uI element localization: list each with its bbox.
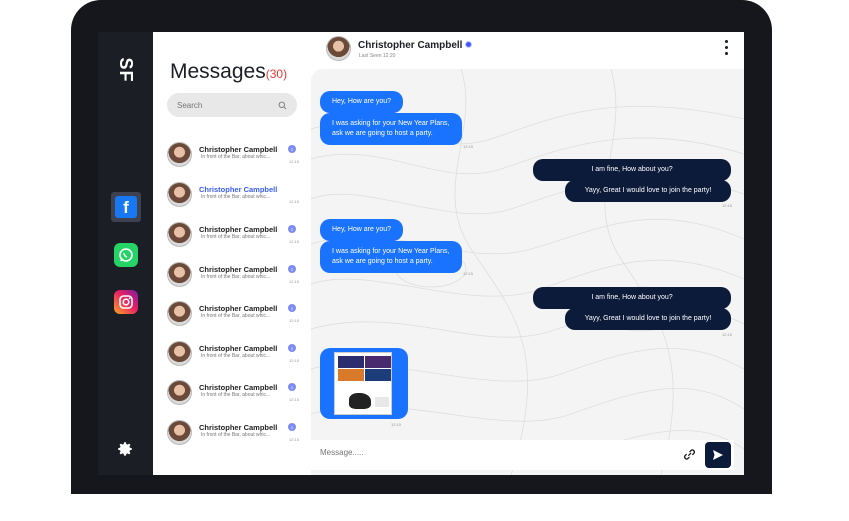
outgoing-message: Yayy, Great I would love to join the par…	[565, 180, 731, 202]
conversation-item[interactable]: Christopher Campbell In front of the Bar…	[167, 259, 299, 289]
search-bar[interactable]	[167, 93, 297, 117]
conversation-item-active[interactable]: Christopher Campbell In front of the Bar…	[167, 179, 299, 209]
conversation-panel: Messages(30) Christopher Campbell In fro…	[153, 32, 311, 475]
incoming-message: Hey, How are you?	[320, 91, 404, 113]
message-time: 12:15	[722, 203, 733, 208]
conversation-preview: In front of the Bar, about whic...	[201, 392, 271, 398]
message-time: 12:15	[722, 332, 733, 337]
unread-badge: 2	[288, 344, 296, 352]
avatar	[167, 341, 192, 366]
conversation-preview: In front of the Bar, about whic...	[201, 274, 271, 280]
more-options-icon[interactable]	[721, 40, 731, 58]
avatar	[167, 222, 192, 247]
conversation-time: 12:15	[289, 437, 300, 442]
incoming-message: I was asking for your New Year Plans, as…	[320, 113, 462, 145]
conversation-item[interactable]: Christopher Campbell In front of the Bar…	[167, 338, 299, 368]
send-button[interactable]	[705, 442, 731, 468]
conversation-preview: In front of the Bar, about whic...	[201, 234, 271, 240]
conversation-time: 12:15	[289, 159, 300, 164]
message-time: 12:15	[463, 271, 474, 276]
conversation-name: Christopher Campbell	[199, 225, 278, 234]
page-title: Messages(30)	[170, 60, 287, 84]
unread-badge: 2	[288, 383, 296, 391]
conversation-time: 12:15	[289, 397, 300, 402]
avatar	[167, 262, 192, 287]
outgoing-message: Yayy, Great I would love to join the par…	[565, 308, 731, 330]
search-input[interactable]	[177, 100, 277, 110]
message-time: 12:15	[463, 144, 474, 149]
conversation-time: 12:15	[289, 318, 300, 323]
last-seen-text: Last Seen 12:20	[359, 53, 396, 59]
instagram-icon	[119, 295, 133, 309]
message-line: I was asking for your New Year Plans,	[332, 120, 450, 127]
contact-avatar[interactable]	[326, 36, 351, 61]
app-rail: SF f	[98, 32, 153, 475]
gear-icon[interactable]	[116, 440, 134, 458]
whatsapp-icon	[119, 248, 133, 262]
image-attachment[interactable]	[334, 352, 392, 415]
message-count-badge: (30)	[265, 67, 288, 81]
conversation-time: 12:15	[289, 358, 300, 363]
unread-badge: 2	[288, 265, 296, 273]
avatar	[167, 420, 192, 445]
facebook-app-button[interactable]: f	[111, 192, 141, 222]
brand-logo: SF	[116, 57, 137, 83]
avatar	[167, 142, 192, 167]
online-status-dot	[465, 41, 472, 48]
message-line: ask we are going to host a party.	[332, 130, 433, 137]
page-title-text: Messages	[170, 60, 266, 83]
unread-badge: 2	[288, 225, 296, 233]
avatar	[167, 380, 192, 405]
conversation-name: Christopher Campbell	[199, 185, 278, 194]
conversation-time: 12:15	[289, 199, 300, 204]
conversation-preview: In front of the Bar, about whic...	[201, 194, 271, 200]
incoming-message: Hey, How are you?	[320, 219, 404, 241]
conversation-preview: In front of the Bar, about whic...	[201, 432, 271, 438]
conversation-preview: In front of the Bar, about whic...	[201, 154, 271, 160]
conversation-name: Christopher Campbell	[199, 344, 278, 353]
outgoing-message: I am fine, How about you?	[533, 159, 731, 181]
chat-header: Christopher Campbell Last Seen 12:20	[311, 32, 744, 68]
message-time: 12:15	[391, 422, 402, 427]
avatar	[167, 182, 192, 207]
link-icon[interactable]	[683, 448, 696, 461]
message-input[interactable]	[320, 448, 650, 457]
conversation-time: 12:15	[289, 279, 300, 284]
conversation-name: Christopher Campbell	[199, 423, 278, 432]
message-line: I was asking for your New Year Plans,	[332, 248, 450, 255]
conversation-name: Christopher Campbell	[199, 383, 278, 392]
contact-name[interactable]: Christopher Campbell	[358, 40, 462, 51]
conversation-preview: In front of the Bar, about whic...	[201, 313, 271, 319]
unread-badge: 2	[288, 304, 296, 312]
outgoing-message: I am fine, How about you?	[533, 287, 731, 309]
search-icon[interactable]	[278, 101, 287, 110]
unread-badge: 2	[288, 423, 296, 431]
chat-thread: Hey, How are you? I was asking for your …	[311, 69, 744, 475]
app-screen: SF f Messages(30) Search Christopher Cam…	[98, 32, 744, 475]
conversation-item[interactable]: Christopher Campbell In front of the Bar…	[167, 377, 299, 407]
conversation-item[interactable]: Christopher Campbell In front of the Bar…	[167, 139, 299, 169]
send-icon	[713, 450, 723, 460]
message-composer	[311, 440, 734, 470]
incoming-message: I was asking for your New Year Plans, as…	[320, 241, 462, 273]
unread-badge: 2	[288, 145, 296, 153]
conversation-time: 12:15	[289, 239, 300, 244]
message-line: ask we are going to host a party.	[332, 258, 433, 265]
image-message[interactable]	[320, 348, 408, 419]
conversation-item[interactable]: Christopher Campbell In front of the Bar…	[167, 219, 299, 249]
conversation-name: Christopher Campbell	[199, 145, 278, 154]
avatar	[167, 301, 192, 326]
facebook-icon: f	[115, 196, 137, 218]
conversation-item[interactable]: Christopher Campbell In front of the Bar…	[167, 417, 299, 447]
conversation-name: Christopher Campbell	[199, 304, 278, 313]
conversation-item[interactable]: Christopher Campbell In front of the Bar…	[167, 298, 299, 328]
conversation-name: Christopher Campbell	[199, 265, 278, 274]
instagram-app-button[interactable]	[114, 290, 138, 314]
whatsapp-app-button[interactable]	[114, 243, 138, 267]
conversation-preview: In front of the Bar, about whic...	[201, 353, 271, 359]
